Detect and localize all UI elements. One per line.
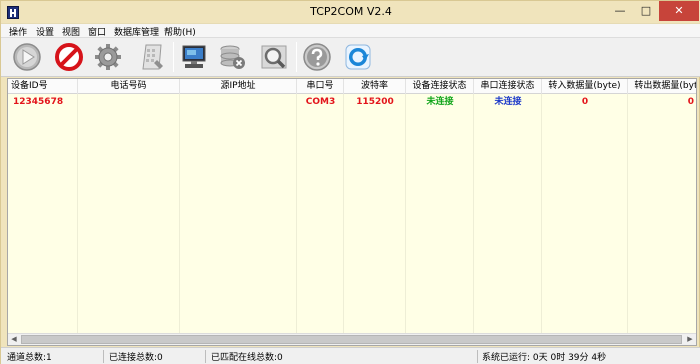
cell-baud-rate: 115200 <box>356 97 394 107</box>
minimize-button[interactable]: — <box>607 1 633 21</box>
col-header-serial-status[interactable]: 串口连接状态 <box>474 79 542 94</box>
column-divider <box>473 94 474 334</box>
settings-gear-icon <box>95 44 121 70</box>
cell-source-ip <box>180 95 297 109</box>
title-bar: TCP2COM V2.4 — □ ✕ <box>1 1 700 23</box>
cell-serial-status: 未连接 <box>494 97 522 107</box>
status-connected-total: 已连接总数:0 <box>109 353 163 363</box>
table-header: 设备ID号 电话号码 源IP地址 串口号 波特率 设备连接状态 串口连接状态 转… <box>8 79 696 94</box>
col-header-source-ip[interactable]: 源IP地址 <box>180 79 297 94</box>
scroll-right-arrow-icon[interactable]: ▶ <box>684 334 696 345</box>
table-row[interactable]: 12345678 COM3 115200 未连接 未连接 0 0 <box>8 95 696 109</box>
horizontal-scrollbar[interactable]: ◀ ▶ <box>8 333 696 345</box>
status-matched-online: 已匹配在线总数:0 <box>211 353 283 363</box>
settings-button[interactable] <box>91 40 125 74</box>
edit-document-icon <box>142 44 163 70</box>
help-button[interactable] <box>300 40 334 74</box>
scroll-left-arrow-icon[interactable]: ◀ <box>8 334 20 345</box>
status-bar: 通道总数:1 已连接总数:0 已匹配在线总数:0 系统已运行: 0天 0时 39… <box>1 347 700 364</box>
column-divider <box>296 94 297 334</box>
col-header-device-status[interactable]: 设备连接状态 <box>406 79 474 94</box>
column-divider <box>343 94 344 334</box>
stop-icon <box>55 43 83 71</box>
column-divider <box>541 94 542 334</box>
cell-bytes-out: 0 <box>687 97 694 107</box>
app-window: TCP2COM V2.4 — □ ✕ 操作 设置 视图 窗口 数据库管理 帮助(… <box>0 0 700 364</box>
cell-device-id: 12345678 <box>13 97 64 107</box>
window-title: TCP2COM V2.4 <box>310 5 392 18</box>
menu-bar: 操作 设置 视图 窗口 数据库管理 帮助(H) <box>1 23 700 38</box>
col-header-baud-rate[interactable]: 波特率 <box>344 79 406 94</box>
cell-bytes-in: 0 <box>581 97 589 107</box>
database-delete-icon <box>220 45 245 69</box>
help-icon <box>303 43 331 71</box>
maximize-button[interactable]: □ <box>633 1 659 21</box>
toolbar-separator <box>173 42 174 72</box>
cell-device-status: 未连接 <box>426 97 454 107</box>
column-divider <box>627 94 628 334</box>
scrollbar-thumb[interactable] <box>21 335 682 344</box>
status-divider <box>103 350 104 363</box>
col-header-bytes-out[interactable]: 转出数据量(byte) <box>628 79 696 94</box>
cell-com-port: COM3 <box>305 97 336 107</box>
start-button[interactable] <box>10 40 44 74</box>
col-header-phone[interactable]: 电话号码 <box>78 79 180 94</box>
col-header-bytes-in[interactable]: 转入数据量(byte) <box>542 79 628 94</box>
edit-button[interactable] <box>135 40 169 74</box>
monitor-button[interactable] <box>177 40 211 74</box>
column-divider <box>77 94 78 334</box>
toolbar <box>1 37 700 77</box>
column-divider <box>179 94 180 334</box>
status-total-channels: 通道总数:1 <box>7 353 52 363</box>
search-button[interactable] <box>257 40 291 74</box>
status-divider <box>205 350 206 363</box>
toolbar-separator <box>296 42 297 72</box>
refresh-icon <box>345 44 371 70</box>
monitor-icon <box>182 45 206 68</box>
database-delete-button[interactable] <box>215 40 249 74</box>
device-table[interactable]: 设备ID号 电话号码 源IP地址 串口号 波特率 设备连接状态 串口连接状态 转… <box>7 78 697 346</box>
col-header-device-id[interactable]: 设备ID号 <box>8 79 78 94</box>
col-header-com-port[interactable]: 串口号 <box>297 79 344 94</box>
play-icon <box>13 43 41 71</box>
stop-button[interactable] <box>52 40 86 74</box>
refresh-button[interactable] <box>341 40 375 74</box>
status-runtime: 系统已运行: 0天 0时 39分 4秒 <box>482 353 607 363</box>
search-magnifier-icon <box>261 45 287 69</box>
column-divider <box>405 94 406 334</box>
status-divider <box>477 350 478 363</box>
cell-phone <box>78 95 180 109</box>
close-button[interactable]: ✕ <box>659 1 699 21</box>
